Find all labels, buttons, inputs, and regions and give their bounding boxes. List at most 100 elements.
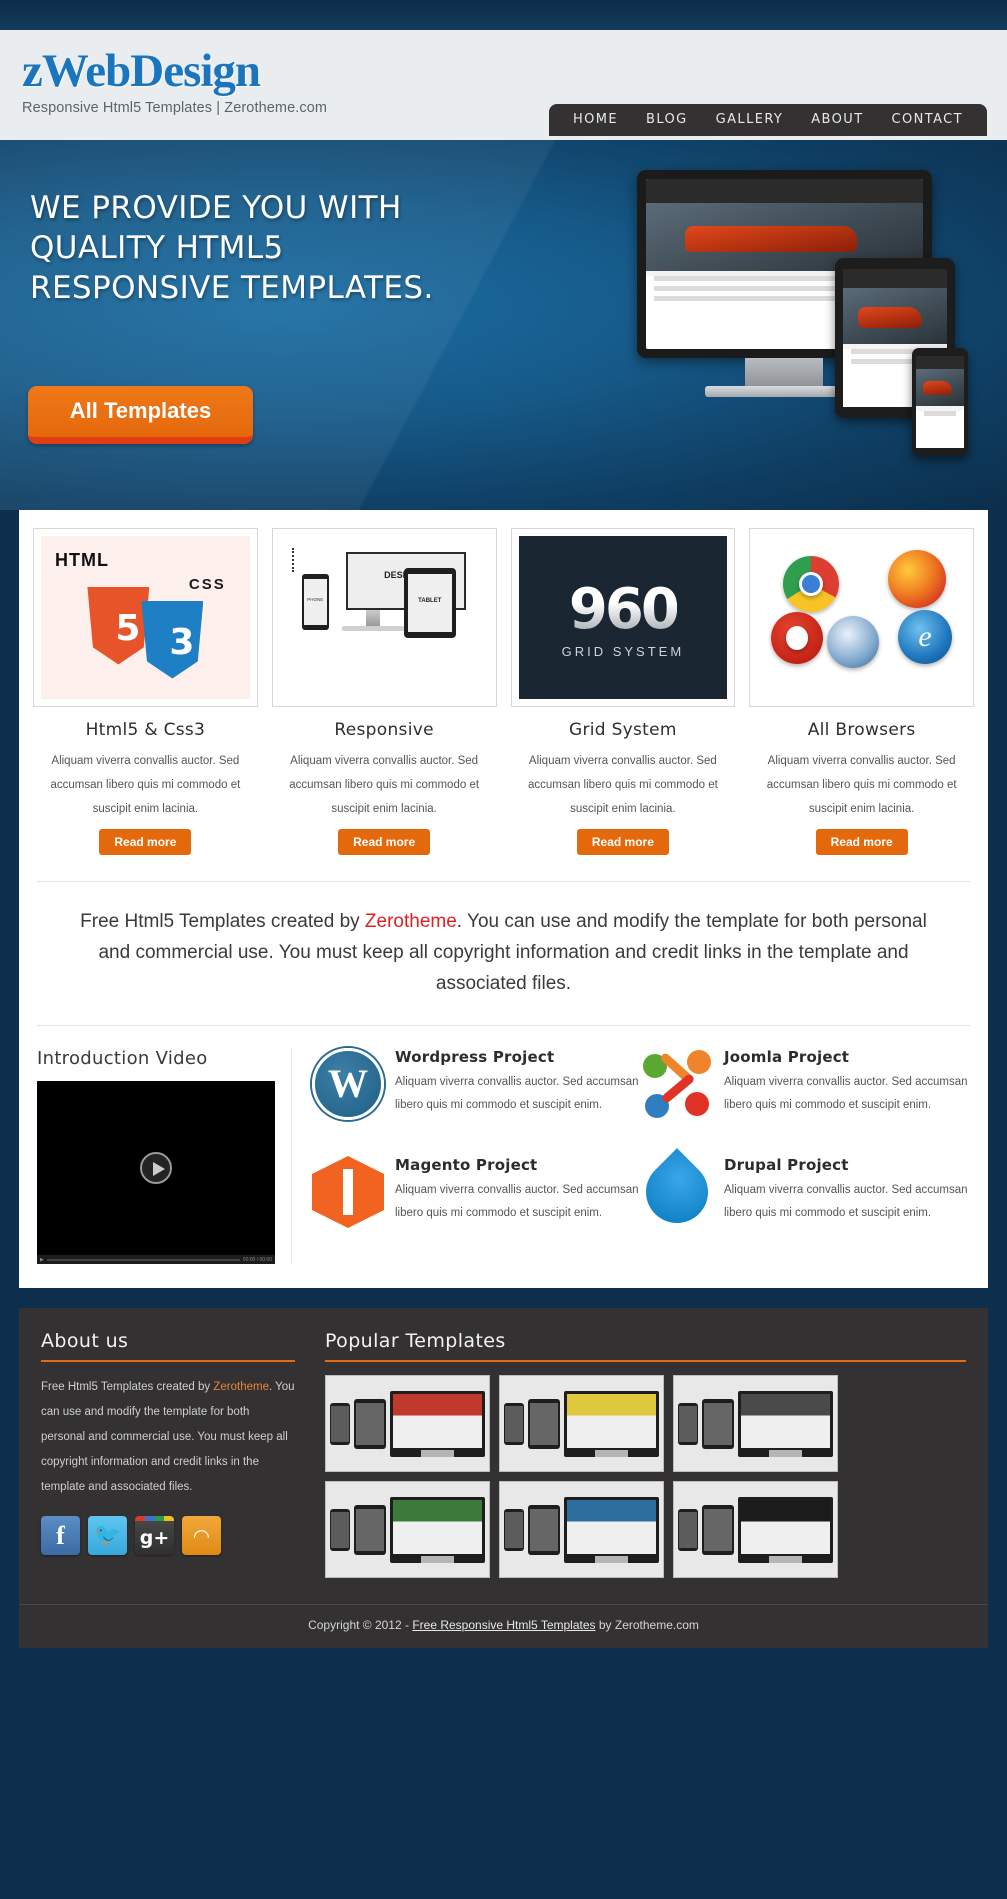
video-time: 00:00 / 00:00 (242, 1256, 272, 1263)
feature-body: Aliquam viverra convallis auctor. Sed ac… (50, 755, 241, 815)
main-navigation[interactable]: HOME BLOG GALLERY ABOUT CONTACT (549, 104, 987, 136)
footer-brand-link[interactable]: Zerotheme (213, 1381, 269, 1393)
feature-title: Responsive (334, 720, 434, 740)
all-templates-button[interactable]: All Templates (28, 386, 253, 444)
safari-icon (827, 616, 880, 668)
video-play-small-icon[interactable]: ▶ (40, 1257, 44, 1263)
site-header: zWebDesign Responsive Html5 Templates | … (0, 30, 1007, 140)
magento-icon (312, 1156, 384, 1228)
feature-title: Html5 & Css3 (85, 720, 206, 740)
template-thumb-1[interactable] (325, 1375, 490, 1472)
project-drupal: Drupal Project Aliquam viverra convallis… (633, 1148, 970, 1248)
footer-about-part2: . You can use and modify the template fo… (41, 1381, 295, 1493)
project-body: Aliquam viverra convallis auctor. Sed ac… (395, 1184, 639, 1219)
responsive-devices-icon: DESKTOP PHONE TABLET (279, 536, 489, 699)
joomla-icon (641, 1048, 713, 1120)
site-logo: zWebDesign (22, 45, 261, 97)
feature-image-frame: 960 GRID SYSTEM (510, 528, 736, 707)
html5-css3-shield-icon: HTML 5 CSS 3 (41, 536, 250, 699)
footer-popular-heading: Popular Templates (325, 1330, 966, 1362)
hero-banner: WE PROVIDE YOU WITH QUALITY HTML5 RESPON… (0, 140, 1007, 510)
monitor-stand (745, 358, 823, 388)
intro-video-player[interactable]: ▶ 00:00 / 00:00 (37, 1081, 275, 1264)
drupal-icon (633, 1148, 721, 1236)
template-thumb-5[interactable] (499, 1481, 664, 1578)
phone-label: PHONE (303, 579, 327, 625)
phone-mockup (912, 348, 968, 456)
project-body: Aliquam viverra convallis auctor. Sed ac… (395, 1076, 639, 1111)
css3-shield-number: 3 (141, 600, 204, 679)
intro-brand-link[interactable]: Zerotheme (365, 911, 457, 932)
project-title: Joomla Project (724, 1048, 850, 1066)
footer-popular-column: Popular Templates (325, 1330, 966, 1578)
feature-responsive: DESKTOP PHONE TABLET (271, 528, 497, 855)
feature-title: All Browsers (807, 720, 916, 740)
copyright-link[interactable]: Free Responsive Html5 Templates (412, 1618, 595, 1632)
browsers-icon: e (757, 536, 966, 699)
template-thumb-2[interactable] (499, 1375, 664, 1472)
feature-body: Aliquam viverra convallis auctor. Sed ac… (766, 755, 957, 815)
firefox-icon (888, 550, 946, 608)
logo-block[interactable]: zWebDesign Responsive Html5 Templates | … (22, 45, 328, 117)
ie-icon: e (898, 610, 952, 664)
nav-item-gallery[interactable]: GALLERY (702, 104, 798, 136)
html5-shield-number: 5 (87, 586, 150, 665)
nav-item-home[interactable]: HOME (559, 104, 632, 136)
project-body: Aliquam viverra convallis auctor. Sed ac… (724, 1184, 968, 1219)
template-thumb-3[interactable] (673, 1375, 838, 1472)
video-controls-bar[interactable]: ▶ 00:00 / 00:00 (37, 1255, 275, 1264)
hero-title: WE PROVIDE YOU WITH QUALITY HTML5 RESPON… (30, 190, 434, 306)
features-row: HTML 5 CSS 3 Html5 & Css3 Aliquam viverr… (19, 528, 988, 855)
wordpress-glyph: W (328, 1061, 368, 1106)
main-content-panel: HTML 5 CSS 3 Html5 & Css3 Aliquam viverr… (19, 510, 988, 1288)
feature-body: Aliquam viverra convallis auctor. Sed ac… (527, 755, 718, 815)
copyright-bar: Copyright © 2012 - Free Responsive Html5… (19, 1604, 988, 1648)
play-button-icon[interactable] (140, 1152, 172, 1184)
intro-paragraph: Free Html5 Templates created by Zerothem… (19, 882, 988, 999)
footer-about-part1: Free Html5 Templates created by (41, 1381, 214, 1393)
nav-item-about[interactable]: ABOUT (797, 104, 877, 136)
footer-about-text: Free Html5 Templates created by Zerothem… (41, 1375, 295, 1500)
project-joomla: Joomla Project Aliquam viverra convallis… (641, 1048, 970, 1140)
html-label: HTML (55, 550, 109, 570)
video-heading: Introduction Video (37, 1048, 208, 1069)
feature-image-frame: HTML 5 CSS 3 (33, 528, 258, 707)
intro-part1: Free Html5 Templates created by (80, 911, 365, 932)
read-more-button[interactable]: Read more (576, 829, 669, 855)
site-footer: About us Free Html5 Templates created by… (19, 1308, 988, 1604)
feature-body: Aliquam viverra convallis auctor. Sed ac… (289, 755, 480, 815)
read-more-button[interactable]: Read more (338, 829, 431, 855)
facebook-icon[interactable]: f (41, 1516, 80, 1555)
device-mockup-group (637, 170, 987, 470)
nav-item-blog[interactable]: BLOG (632, 104, 702, 136)
read-more-button[interactable]: Read more (99, 829, 192, 855)
copyright-suffix: by Zerotheme.com (595, 1618, 699, 1632)
ie-glyph: e (918, 620, 932, 653)
twitter-icon[interactable]: 🐦 (88, 1516, 127, 1555)
footer-about-column: About us Free Html5 Templates created by… (41, 1330, 295, 1578)
grid-number: 960 (568, 576, 680, 642)
grid-subtitle: GRID SYSTEM (561, 643, 685, 659)
feature-grid-system: 960 GRID SYSTEM Grid System Aliquam vive… (510, 528, 736, 855)
video-progress-bar[interactable] (46, 1258, 240, 1261)
feature-html5-css3: HTML 5 CSS 3 Html5 & Css3 Aliquam viverr… (33, 528, 258, 855)
nav-item-contact[interactable]: CONTACT (878, 104, 977, 136)
template-thumb-6[interactable] (673, 1481, 838, 1578)
project-body: Aliquam viverra convallis auctor. Sed ac… (724, 1076, 968, 1111)
social-links: f 🐦 g+ ◠ (41, 1516, 295, 1555)
project-magento: Magento Project Aliquam viverra convalli… (312, 1156, 641, 1248)
googleplus-glyph: g+ (139, 1526, 170, 1549)
facebook-glyph: f (56, 1520, 65, 1550)
feature-image-frame: e (749, 528, 974, 707)
feature-title: Grid System (568, 720, 677, 740)
rss-icon[interactable]: ◠ (182, 1516, 221, 1555)
feature-image-frame: DESKTOP PHONE TABLET (271, 528, 497, 707)
project-wordpress: W Wordpress Project Aliquam viverra conv… (312, 1048, 641, 1140)
site-tagline: Responsive Html5 Templates | Zerotheme.c… (22, 100, 328, 116)
googleplus-icon[interactable]: g+ (135, 1516, 174, 1555)
read-more-button[interactable]: Read more (815, 829, 908, 855)
top-strip (0, 0, 1007, 30)
page-root: zWebDesign Responsive Html5 Templates | … (0, 0, 1007, 1648)
project-title: Drupal Project (724, 1156, 849, 1174)
template-thumb-4[interactable] (325, 1481, 490, 1578)
